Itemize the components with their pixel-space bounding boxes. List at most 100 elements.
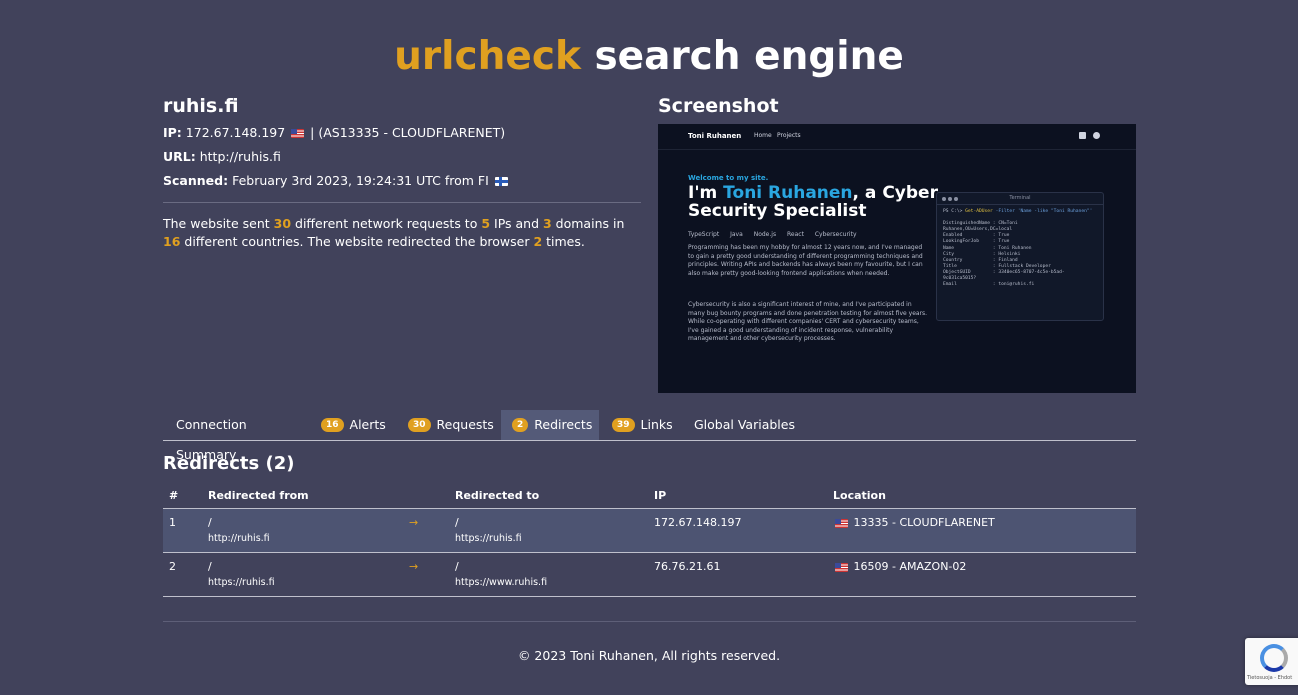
summary-domains: 3 xyxy=(543,216,552,231)
footer-divider xyxy=(163,621,1136,622)
footer-text: © 2023 Toni Ruhanen, All rights reserved… xyxy=(517,648,781,663)
tag: Cybersecurity xyxy=(814,231,857,238)
redirects-table: # Redirected from Redirected to IP Locat… xyxy=(163,482,1136,597)
screenshot-headline: I'm Toni Ruhanen, a Cyber Security Speci… xyxy=(688,184,938,220)
headline-part: I'm xyxy=(688,183,724,203)
location-text: 13335 - CLOUDFLARENET xyxy=(853,516,995,529)
tab-redirects[interactable]: 2 Redirects xyxy=(501,410,599,440)
brand-name: urlcheck xyxy=(394,34,581,79)
terminal-body: PS C:\> Get-ADUser -Filter 'Name -like "… xyxy=(937,205,1103,292)
tab-badge: 16 xyxy=(321,417,344,432)
table-row: 1 / http://ruhis.fi → / https://ruhis.fi… xyxy=(163,509,1136,553)
summary-countries: 16 xyxy=(163,234,181,249)
summary-part: The website sent xyxy=(163,216,274,231)
scanned-label: Scanned: xyxy=(163,173,229,188)
summary-text: The website sent 30 different network re… xyxy=(163,215,641,251)
location-value: 16509 - AMAZON-02 xyxy=(833,560,966,573)
ip-label: IP: xyxy=(163,125,182,140)
fi-flag-icon xyxy=(494,177,508,186)
terminal-args: -Filter 'Name -like "Toni Ruhanen"' xyxy=(992,209,1093,214)
summary-part: times. xyxy=(542,234,585,249)
table-row: 2 / https://ruhis.fi → / https://www.ruh… xyxy=(163,553,1136,597)
url-line: URL: http://ruhis.fi xyxy=(163,149,641,165)
us-flag-icon xyxy=(835,518,848,528)
tab-label: Redirects xyxy=(534,417,593,432)
tab-badge: 30 xyxy=(408,417,431,432)
screenshot-tags: TypeScript Java Node.js React Cybersecur… xyxy=(688,231,866,238)
table-header: # Redirected from Redirected to IP Locat… xyxy=(163,482,1136,509)
summary-part: IPs and xyxy=(490,216,543,231)
tag: TypeScript xyxy=(688,231,720,238)
from-path: / xyxy=(208,516,212,529)
to-url[interactable]: https://www.ruhis.fi xyxy=(455,577,547,588)
tab-bar: Connection Summary 16 Alerts 30 Requests 2… xyxy=(163,410,1136,462)
header-num: # xyxy=(169,489,179,502)
from-url[interactable]: https://ruhis.fi xyxy=(208,577,275,588)
terminal-title: Terminal xyxy=(1009,195,1031,201)
location-text: 16509 - AMAZON-02 xyxy=(853,560,967,573)
header-to: Redirected to xyxy=(455,489,540,502)
scanned-value: February 3rd 2023, 19:24:31 UTC from FI xyxy=(232,173,489,188)
url-value: http://ruhis.fi xyxy=(199,149,281,164)
title-rest: search engine xyxy=(594,34,904,79)
url-label: URL: xyxy=(163,149,196,164)
recaptcha-badge[interactable]: Tietosuoja - Ehdot xyxy=(1245,638,1298,685)
site-info: ruhis.fi IP: 172.67.148.197 | (AS13335 -… xyxy=(163,95,641,251)
tab-connection-summary[interactable]: Connection Summary xyxy=(163,410,309,462)
screenshot-paragraph: Cybersecurity is also a significant inte… xyxy=(688,301,928,342)
headline-name: Toni Ruhanen xyxy=(723,183,853,203)
screenshot-welcome: Welcome to my site. xyxy=(688,174,769,182)
arrow-right-icon: → xyxy=(409,516,419,529)
us-flag-icon xyxy=(835,562,848,572)
summary-redirects: 2 xyxy=(533,234,543,249)
screenshot-paragraph: Programming has been my hobby for almost… xyxy=(688,244,923,277)
header-from: Redirected from xyxy=(208,489,309,502)
header-location: Location xyxy=(833,489,886,502)
tag: Java xyxy=(730,231,743,238)
tab-requests[interactable]: 30 Requests xyxy=(396,410,501,440)
row-num-value: 2 xyxy=(169,560,176,573)
tab-label: Requests xyxy=(436,417,494,432)
recaptcha-icon xyxy=(1260,644,1288,672)
tab-global-variables[interactable]: Global Variables xyxy=(681,410,811,440)
tab-label: Alerts xyxy=(349,417,386,432)
divider xyxy=(163,202,641,203)
summary-part: domains in xyxy=(551,216,625,231)
linkedin-icon xyxy=(1079,132,1086,139)
ip-line: IP: 172.67.148.197 | (AS13335 - CLOUDFLA… xyxy=(163,125,641,141)
location-value: 13335 - CLOUDFLARENET xyxy=(833,516,995,529)
tab-alerts[interactable]: 16 Alerts xyxy=(309,410,396,440)
scanned-line: Scanned: February 3rd 2023, 19:24:31 UTC… xyxy=(163,173,641,189)
recaptcha-text[interactable]: Tietosuoja - Ehdot xyxy=(1247,675,1292,681)
ip-value[interactable]: 76.76.21.61 xyxy=(654,560,720,573)
terminal-output: DistinguishedName : CN=Toni Ruhanen,OU=U… xyxy=(943,221,1065,288)
ip-value: 172.67.148.197 xyxy=(185,125,286,140)
screenshot-nav-projects: Projects xyxy=(777,132,801,139)
from-path: / xyxy=(208,560,212,573)
tag: React xyxy=(787,231,804,238)
tag: Node.js xyxy=(753,231,777,238)
to-path: / xyxy=(455,560,459,573)
screenshot-nav-home: Home xyxy=(754,132,772,139)
github-icon xyxy=(1093,132,1100,139)
screenshot-terminal: Terminal PS C:\> Get-ADUser -Filter 'Nam… xyxy=(936,192,1104,321)
page-title: urlcheck search engine xyxy=(0,34,1298,79)
to-url[interactable]: https://ruhis.fi xyxy=(455,533,522,544)
summary-requests: 30 xyxy=(273,216,292,231)
to-path: / xyxy=(455,516,459,529)
screenshot-heading: Screenshot xyxy=(658,95,779,117)
tab-badge: 39 xyxy=(612,417,635,432)
tab-badge: 2 xyxy=(512,417,529,432)
summary-ips: 5 xyxy=(481,216,491,231)
terminal-bar: Terminal xyxy=(937,193,1103,205)
ip-value[interactable]: 172.67.148.197 xyxy=(654,516,741,529)
arrow-right-icon: → xyxy=(409,560,419,573)
terminal-prompt: PS C:\> xyxy=(943,209,966,214)
terminal-cmd: Get-ADUser xyxy=(965,209,993,214)
site-screenshot[interactable]: Toni Ruhanen Home Projects Welcome to my… xyxy=(658,124,1136,393)
asn-value: | (AS13335 - CLOUDFLARENET) xyxy=(310,125,506,140)
us-flag-icon xyxy=(291,129,305,138)
tab-links[interactable]: 39 Links xyxy=(599,410,681,440)
from-url[interactable]: http://ruhis.fi xyxy=(208,533,270,544)
screenshot-navbar: Toni Ruhanen Home Projects xyxy=(658,124,1136,150)
